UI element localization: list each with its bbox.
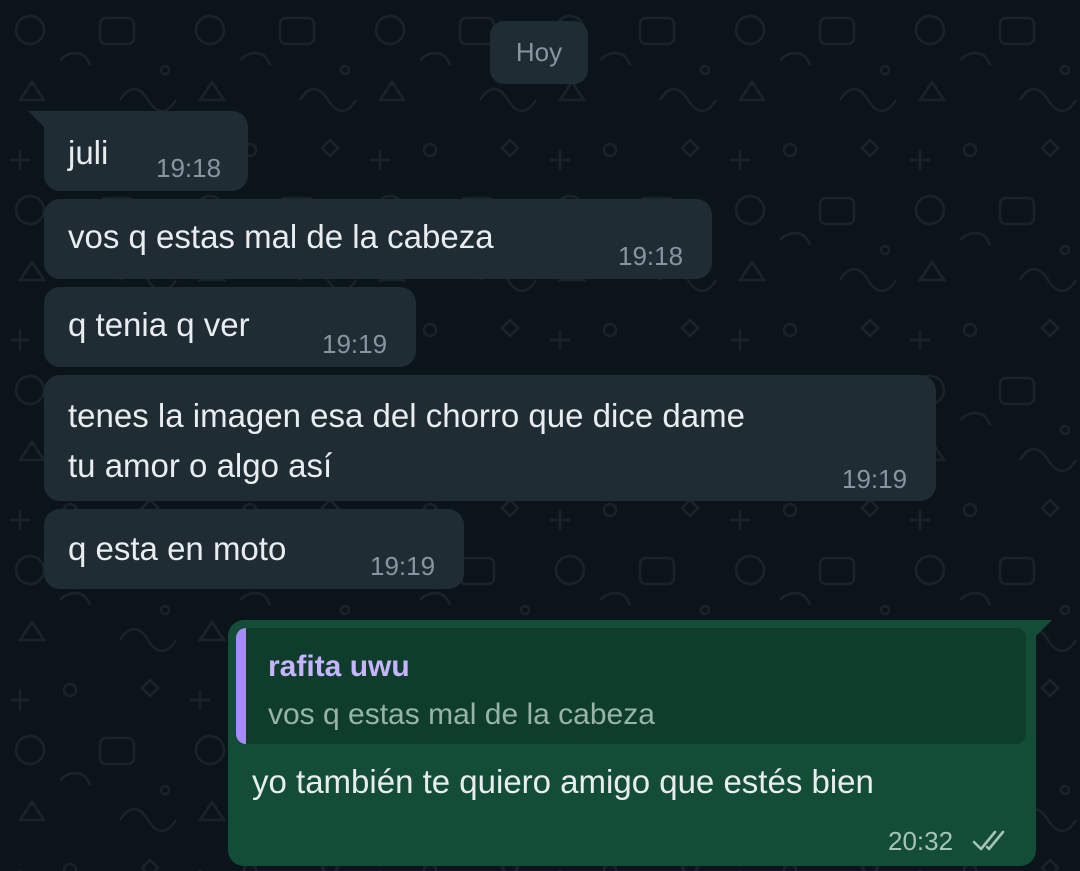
incoming-message[interactable]: q tenia q ver 19:19 xyxy=(44,287,416,367)
message-text: q tenia q ver xyxy=(68,306,250,343)
incoming-message[interactable]: q esta en moto 19:19 xyxy=(44,509,464,589)
quote-text: vos q estas mal de la cabeza xyxy=(268,698,655,731)
message-time: 19:18 xyxy=(618,241,684,271)
message-time: 20:32 xyxy=(888,826,954,856)
outgoing-message[interactable]: rafita uwu vos q estas mal de la cabeza … xyxy=(228,620,1052,866)
date-chip: Hoy xyxy=(490,21,588,84)
message-time: 19:19 xyxy=(842,464,908,494)
message-text: q esta en moto xyxy=(68,530,287,567)
message-time: 19:18 xyxy=(156,153,222,183)
message-text: juli xyxy=(68,134,109,171)
message-time: 19:19 xyxy=(370,551,436,581)
incoming-message[interactable]: vos q estas mal de la cabeza 19:18 xyxy=(44,199,712,279)
incoming-message[interactable]: tenes la imagen esa del chorro que dice … xyxy=(44,375,936,501)
chat-conversation[interactable]: Hoy juli 19:18 vos q estas mal de la cab… xyxy=(0,0,1080,871)
bubble-tail xyxy=(1034,620,1052,638)
quote-accent-bar xyxy=(236,628,246,744)
double-check-icon xyxy=(972,830,1005,851)
message-text: tenes la imagen esa del chorro que dice … xyxy=(68,397,745,484)
message-time: 19:19 xyxy=(322,329,388,359)
bubble-tail xyxy=(28,111,46,129)
quote-author: rafita uwu xyxy=(268,650,410,683)
incoming-message[interactable]: juli 19:18 xyxy=(28,111,248,191)
message-text: vos q estas mal de la cabeza xyxy=(68,218,494,255)
message-text: yo también te quiero amigo que estés bie… xyxy=(252,763,874,800)
quoted-message[interactable]: rafita uwu vos q estas mal de la cabeza xyxy=(236,628,1026,744)
